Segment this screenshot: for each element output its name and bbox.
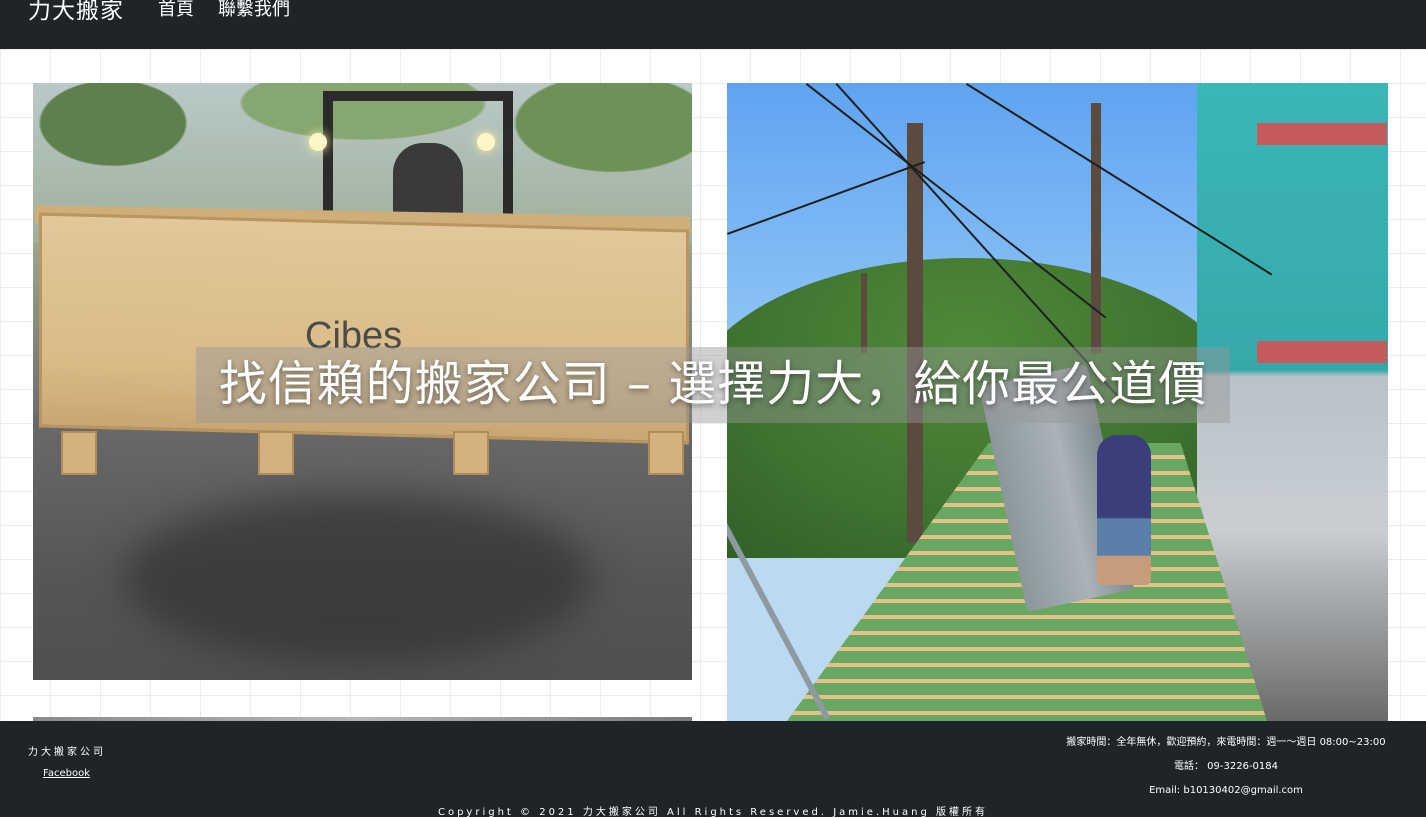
- forklift-lamp: [477, 133, 495, 151]
- mover-person: [1097, 435, 1151, 585]
- pallet-foot: [61, 431, 97, 475]
- utility-pole: [861, 273, 867, 353]
- site-footer: 力大搬家公司 Facebook 搬家時間：全年無休，歡迎預約，來電時間：週一～週…: [0, 721, 1426, 818]
- phone-number: 電話： 09-3226-0184: [1173, 761, 1279, 772]
- utility-pole: [1091, 103, 1101, 353]
- top-navbar: 力大搬家 首頁 聯繫我們: [0, 0, 1426, 49]
- main-content: Cibes 找信賴的搬家公司 – 選擇力大，給你最公道價: [0, 49, 1426, 721]
- hero-title: 找信賴的搬家公司 – 選擇力大，給你最公道價: [218, 356, 1208, 412]
- nav-link-home[interactable]: 首頁: [158, 0, 194, 24]
- forklift-lamp: [309, 133, 327, 151]
- pallet-foot: [453, 431, 489, 475]
- pallet-foot: [258, 431, 294, 475]
- utility-pole: [907, 123, 923, 543]
- building-stripe: [1257, 341, 1387, 363]
- power-wire: [727, 161, 926, 235]
- business-hours: 搬家時間：全年無休，歡迎預約，來電時間：週一～週日 08:00~23:00: [1066, 737, 1386, 748]
- pallet-foot: [648, 431, 684, 475]
- copyright-notice: Copyright © 2021 力大搬家公司 All Rights Reser…: [437, 807, 988, 818]
- email-address: Email: b10130402@gmail.com: [1149, 785, 1303, 796]
- brand-logo[interactable]: 力大搬家: [28, 0, 124, 27]
- building-stripe: [1257, 123, 1387, 145]
- footer-company-name: 力大搬家公司: [28, 747, 106, 758]
- nav-link-contact[interactable]: 聯繫我們: [218, 0, 290, 24]
- photo-shadow: [123, 493, 593, 663]
- footer-contact-info: 搬家時間：全年無休，歡迎預約，來電時間：週一～週日 08:00~23:00 電話…: [1056, 731, 1396, 803]
- facebook-link[interactable]: Facebook: [43, 768, 90, 779]
